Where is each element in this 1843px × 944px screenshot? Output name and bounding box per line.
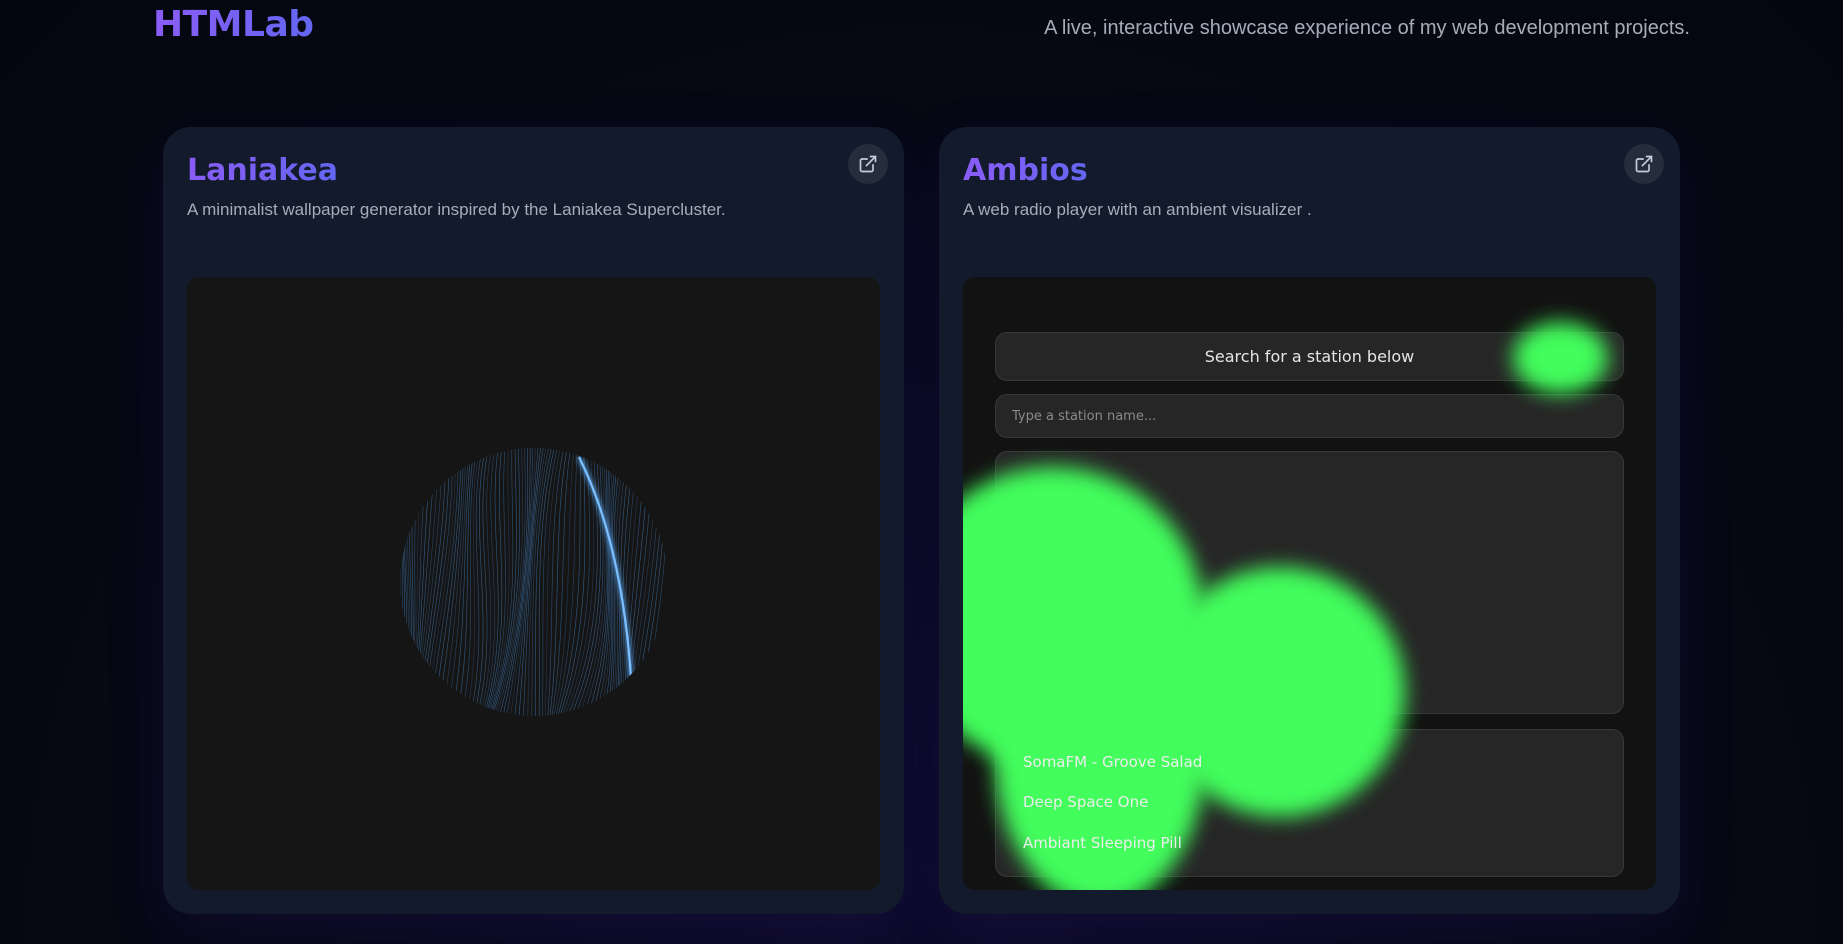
project-card-laniakea: Laniakea A minimalist wallpaper generato… — [163, 127, 904, 914]
external-link-icon — [859, 155, 877, 173]
flow-streamline — [462, 448, 483, 716]
flow-streamline — [466, 448, 486, 716]
station-search-input[interactable] — [995, 394, 1624, 438]
flow-streamline — [411, 448, 438, 716]
flow-streamline — [400, 448, 420, 716]
flow-streamline — [620, 448, 648, 716]
project-description: A minimalist wallpaper generator inspire… — [187, 200, 726, 219]
site-header: HTMLab A live, interactive showcase expe… — [0, 0, 1843, 60]
project-card-ambios: Ambios A web radio player with an ambien… — [939, 127, 1680, 914]
flow-streamline — [486, 448, 521, 716]
flow-streamline — [403, 448, 423, 716]
flow-streamline — [400, 448, 402, 716]
flow-streamline — [636, 448, 668, 716]
flow-streamline — [400, 448, 405, 716]
flow-streamline — [408, 448, 432, 716]
flow-streamline — [458, 448, 480, 716]
flow-streamline — [419, 448, 453, 716]
flow-streamline — [413, 448, 444, 716]
site-logo[interactable]: HTMLab — [153, 4, 314, 45]
station-item[interactable]: Ambiant Sleeping Pill — [1023, 834, 1182, 852]
project-preview[interactable] — [187, 277, 880, 890]
player-heading: Search for a station below — [995, 332, 1624, 381]
flow-field-orb — [400, 448, 668, 716]
flow-streamline — [430, 448, 462, 716]
project-title: Ambios — [963, 153, 1088, 188]
radio-player-preview: Search for a station below SomaFM - Groo… — [963, 277, 1656, 890]
flow-streamline — [545, 448, 567, 716]
search-results-panel — [995, 451, 1624, 714]
flow-streamline — [469, 448, 489, 716]
flow-streamline — [551, 448, 579, 716]
open-project-button[interactable] — [848, 144, 888, 184]
project-title: Laniakea — [187, 153, 338, 188]
site-tagline: A live, interactive showcase experience … — [1044, 17, 1690, 39]
flow-streamline — [547, 448, 570, 716]
station-item[interactable]: SomaFM - Groove Salad — [1023, 753, 1202, 771]
flow-streamline — [535, 448, 555, 716]
player-heading-text: Search for a station below — [1204, 347, 1415, 366]
open-project-button[interactable] — [1624, 144, 1664, 184]
project-description: A web radio player with an ambient visua… — [963, 200, 1312, 219]
flow-streamline — [422, 448, 456, 716]
station-item[interactable]: Deep Space One — [1023, 793, 1148, 811]
flow-streamline — [409, 448, 435, 716]
external-link-icon — [1635, 155, 1653, 173]
